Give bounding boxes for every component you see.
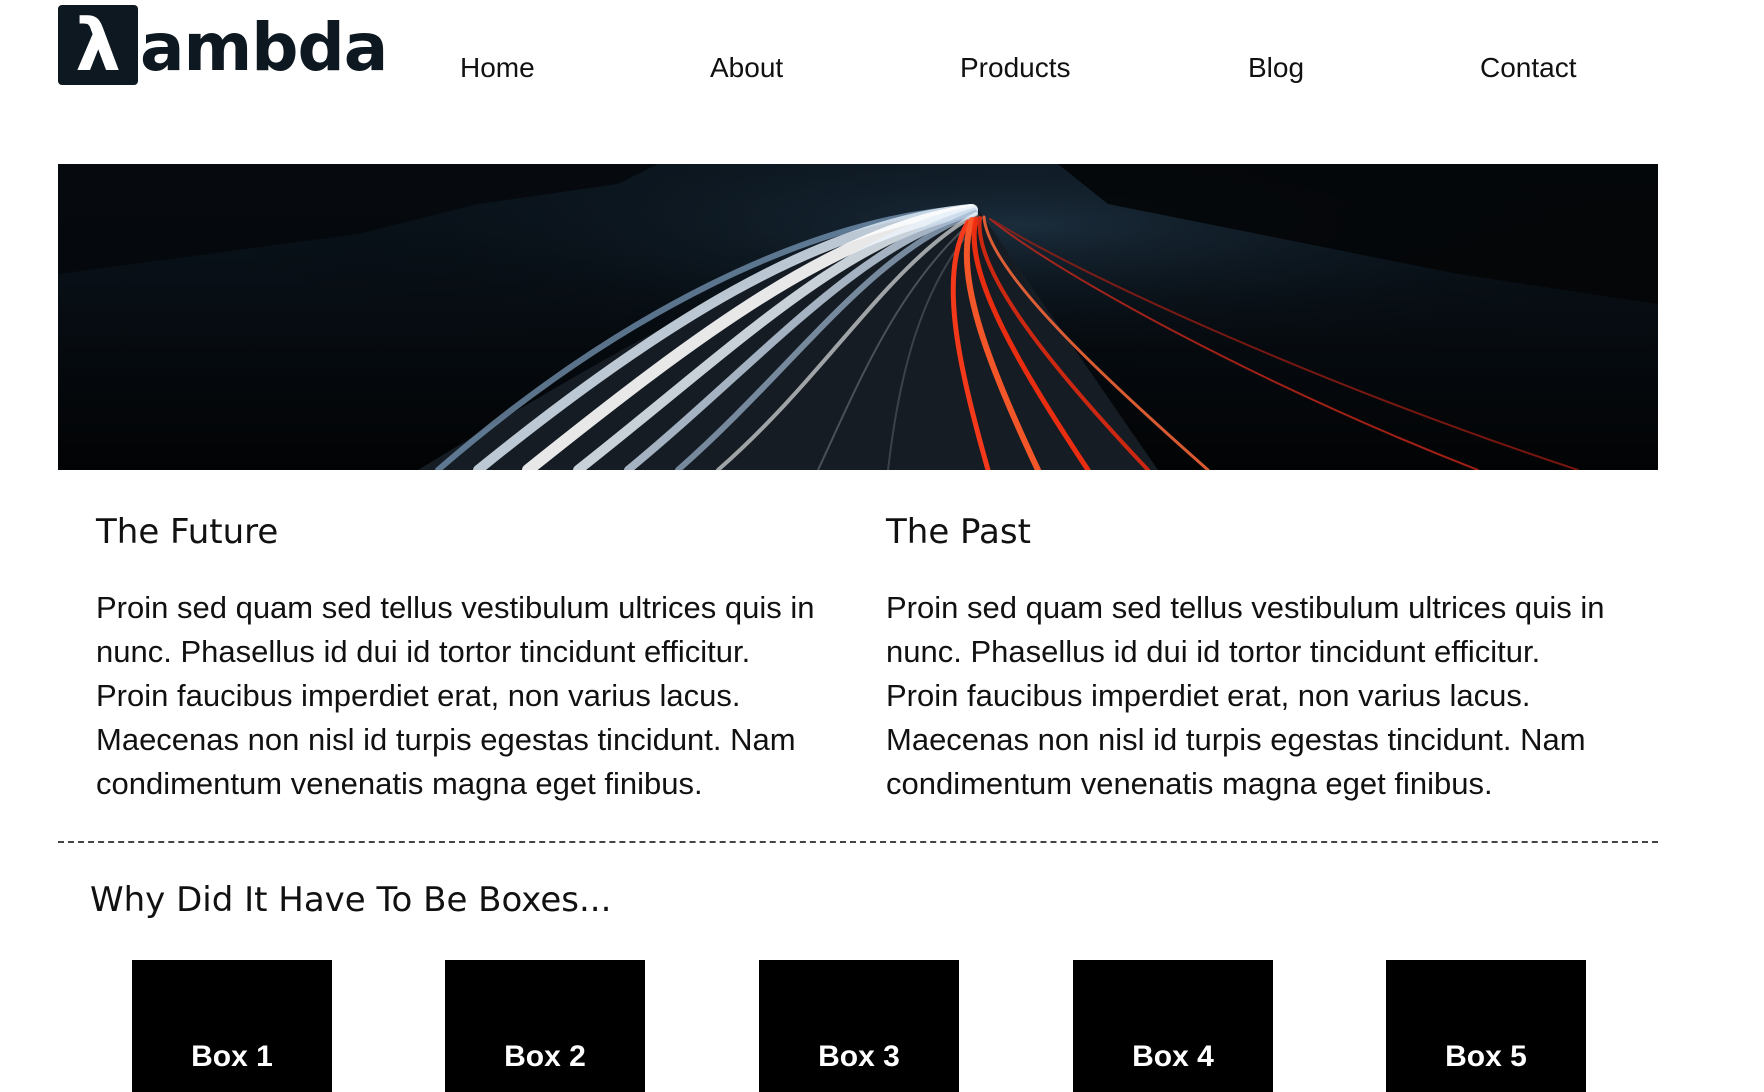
box-label: Box 1 <box>191 1040 273 1073</box>
box-5[interactable]: Box 5 <box>1386 960 1586 1092</box>
nav-link-about[interactable]: About <box>710 52 783 84</box>
box-2[interactable]: Box 2 <box>445 960 645 1092</box>
past-paragraph: Proin sed quam sed tellus vestibulum ult… <box>886 590 1605 801</box>
future-paragraph: Proin sed quam sed tellus vestibulum ult… <box>96 590 815 801</box>
lambda-icon: λ <box>58 5 138 85</box>
future-column: The Future Proin sed quam sed tellus ves… <box>96 512 826 806</box>
dashed-divider <box>58 841 1658 843</box>
box-4[interactable]: Box 4 <box>1073 960 1273 1092</box>
boxes-section-title: Why Did It Have To Be Boxes... <box>90 880 612 920</box>
page: λ ambda Home About Products Blog Contact <box>0 0 1764 1092</box>
nav-link-contact[interactable]: Contact <box>1480 52 1577 84</box>
box-1[interactable]: Box 1 <box>132 960 332 1092</box>
lambda-logo[interactable]: λ ambda <box>58 5 388 86</box>
nav-link-blog[interactable]: Blog <box>1248 52 1304 84</box>
future-heading: The Future <box>96 512 279 552</box>
hero-image <box>58 164 1658 470</box>
past-column: The Past Proin sed quam sed tellus vesti… <box>886 512 1616 806</box>
nav-link-home[interactable]: Home <box>460 52 535 84</box>
highway-light-trails-illustration <box>58 164 1658 470</box>
box-label: Box 4 <box>1132 1040 1214 1073</box>
box-label: Box 3 <box>818 1040 900 1073</box>
past-heading: The Past <box>886 512 1031 552</box>
logo-wordmark: ambda <box>140 9 388 86</box>
box-3[interactable]: Box 3 <box>759 960 959 1092</box>
box-label: Box 2 <box>504 1040 586 1073</box>
box-label: Box 5 <box>1445 1040 1527 1073</box>
nav-link-products[interactable]: Products <box>960 52 1071 84</box>
